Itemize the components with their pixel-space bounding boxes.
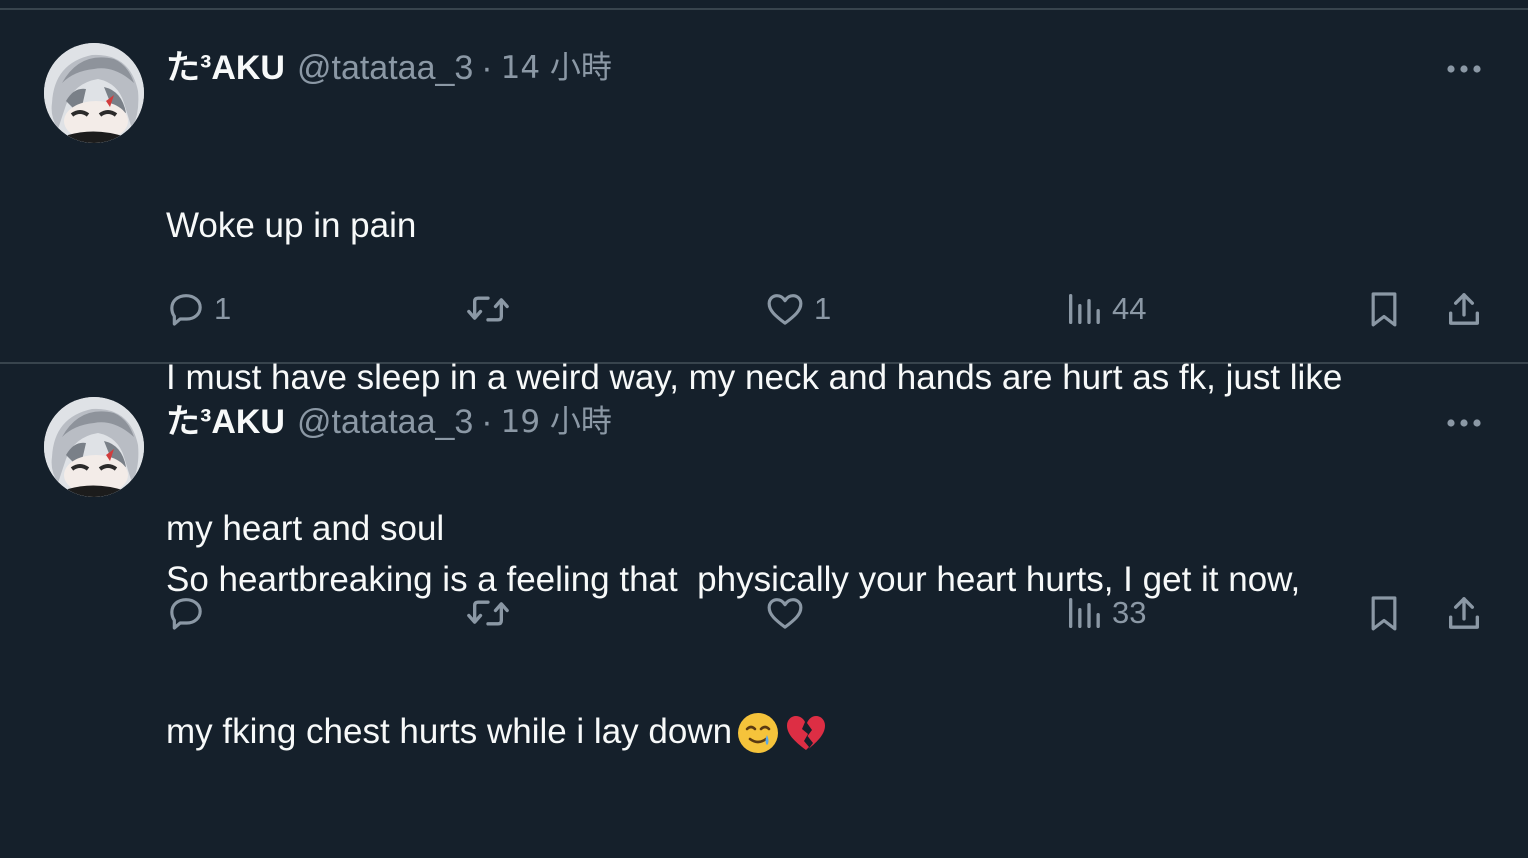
bookmark-icon: [1371, 596, 1397, 631]
like-button[interactable]: [764, 589, 814, 637]
share-button[interactable]: [1444, 589, 1484, 637]
tweet-text-line: Woke up in pain: [166, 206, 417, 245]
more-dots-icon: [1447, 419, 1481, 427]
bookmark-button[interactable]: [1364, 285, 1404, 333]
action-bar: 33: [166, 589, 1486, 637]
action-bar: 1 1 44: [166, 285, 1486, 333]
top-divider: [0, 0, 1528, 10]
more-dots-icon: [1447, 65, 1481, 73]
avatar-image: [44, 397, 144, 497]
tweet-text-segment: my fking chest hurts while i lay down: [166, 711, 733, 751]
analytics-icon: [1069, 598, 1100, 628]
analytics-icon: [1069, 294, 1100, 324]
more-options-button[interactable]: [1444, 408, 1484, 438]
view-count: 33: [1112, 595, 1147, 630]
avatar[interactable]: [44, 397, 144, 497]
like-button[interactable]: 1: [764, 285, 831, 333]
bookmark-icon: [1371, 292, 1397, 327]
timestamp[interactable]: 14 小時: [501, 48, 612, 88]
views-button[interactable]: 33: [1064, 589, 1146, 637]
tweet-text: So heartbreaking is a feeling that physi…: [166, 454, 1486, 858]
views-button[interactable]: 44: [1064, 285, 1146, 333]
retweet-button[interactable]: [464, 285, 520, 333]
view-count: 44: [1112, 291, 1147, 326]
display-name[interactable]: た³AKU: [166, 48, 285, 88]
tweet[interactable]: た³AKU @tatataa_3 · 14 小時 Woke up in pain…: [0, 10, 1528, 548]
reply-button[interactable]: [166, 589, 214, 637]
display-name[interactable]: た³AKU: [166, 402, 285, 442]
like-count: 1: [814, 291, 832, 326]
bookmark-button[interactable]: [1364, 589, 1404, 637]
broken-heart-icon: [787, 716, 826, 751]
reply-count: 1: [214, 291, 232, 326]
avatar[interactable]: [44, 43, 144, 143]
share-icon: [1449, 293, 1479, 325]
tweet-text-line: my fking chest hurts while i lay down: [166, 707, 1486, 758]
tweet[interactable]: た³AKU @tatataa_3 · 19 小時 So heartbreakin…: [0, 364, 1528, 754]
share-icon: [1449, 597, 1479, 629]
user-handle[interactable]: @tatataa_3: [297, 48, 473, 88]
reply-icon: [170, 294, 202, 326]
avatar-image: [44, 43, 144, 143]
tweet-header: た³AKU @tatataa_3 · 19 小時: [166, 402, 612, 442]
tweet-header: た³AKU @tatataa_3 · 14 小時: [166, 48, 612, 88]
separator-dot: ·: [481, 403, 493, 441]
emoji-group: [734, 709, 830, 757]
reply-icon: [170, 598, 202, 630]
retweet-button[interactable]: [464, 589, 520, 637]
heart-icon: [767, 598, 803, 629]
smiling-face-with-tear-icon: [738, 713, 779, 754]
heart-icon: [767, 294, 803, 325]
share-button[interactable]: [1444, 285, 1484, 333]
user-handle[interactable]: @tatataa_3: [297, 402, 473, 442]
more-options-button[interactable]: [1444, 54, 1484, 84]
retweet-icon: [467, 600, 509, 626]
timestamp[interactable]: 19 小時: [501, 402, 612, 442]
reply-button[interactable]: 1: [166, 285, 231, 333]
separator-dot: ·: [481, 49, 493, 87]
retweet-icon: [467, 296, 509, 322]
